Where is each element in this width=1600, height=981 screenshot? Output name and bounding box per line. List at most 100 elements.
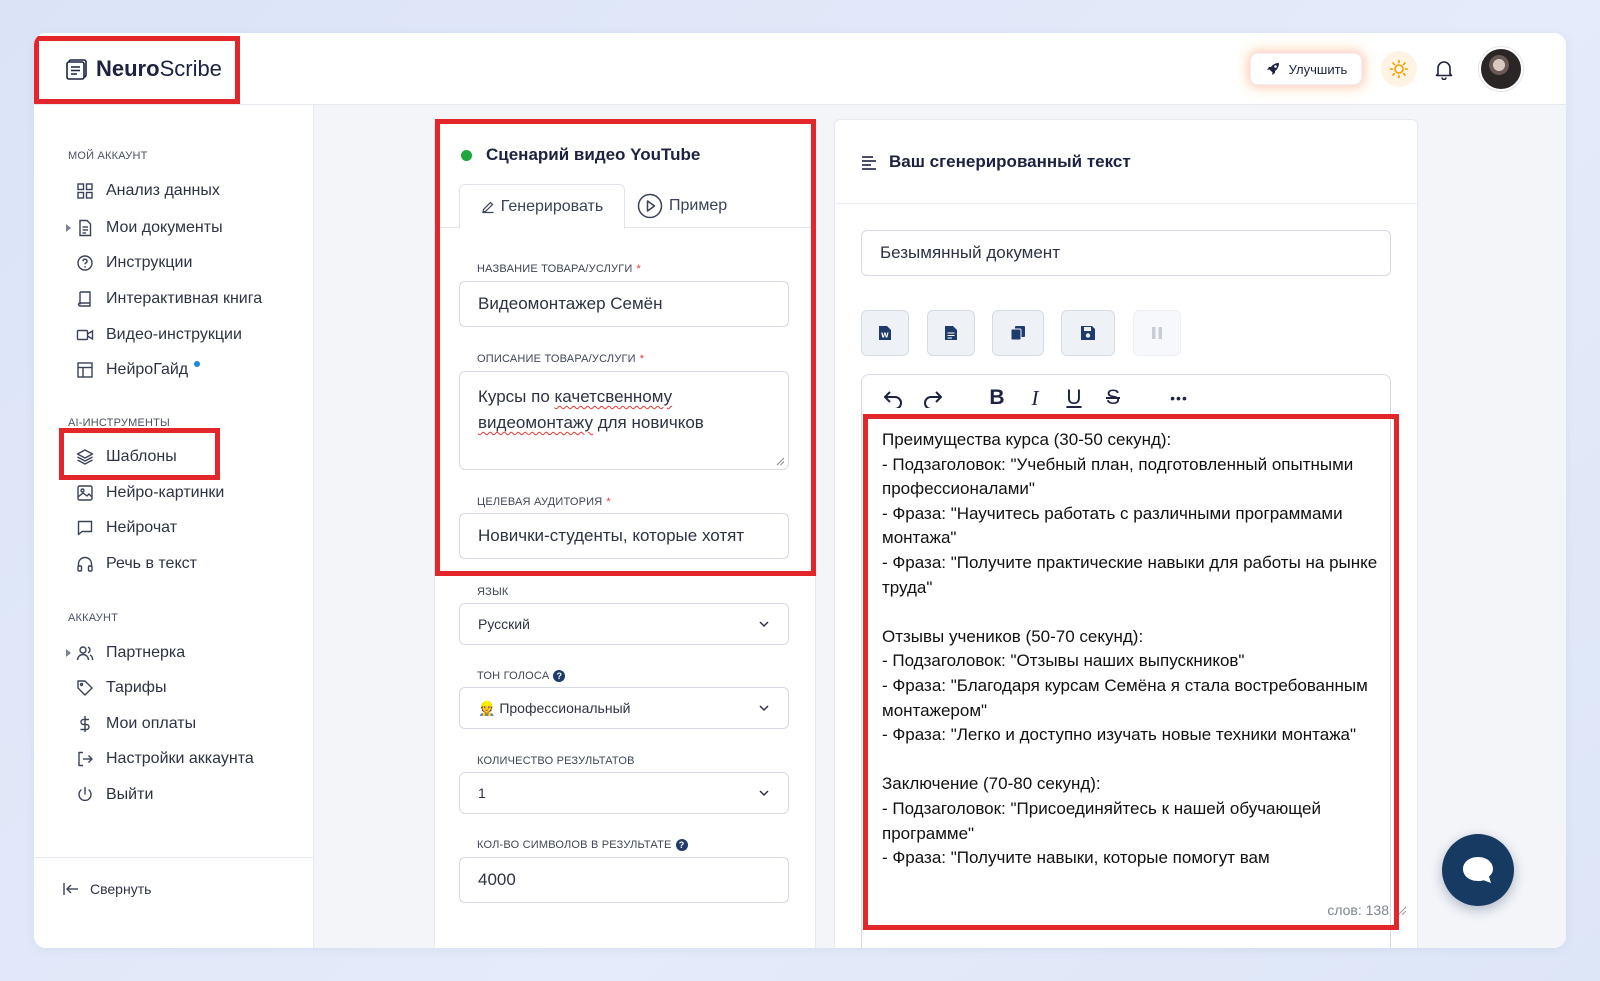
new-indicator-dot [194, 361, 201, 367]
sidebar-item-data-analysis[interactable]: Анализ данных [76, 177, 220, 205]
results-count-value: 1 [478, 785, 486, 801]
bell-icon [1435, 61, 1453, 80]
expand-caret-icon[interactable] [66, 224, 71, 232]
language-select[interactable]: Русский [459, 603, 789, 645]
dollar-icon [80, 716, 90, 732]
description-label: Описание товара/услуги * [477, 353, 645, 365]
sidebar-section-ai-tools: AI-инструменты [68, 417, 170, 429]
sidebar-item-my-documents[interactable]: Мои документы [76, 214, 223, 242]
form-title: Сценарий видео YouTube [461, 145, 700, 165]
export-word-button[interactable]: W [861, 310, 909, 356]
resize-grip-icon[interactable] [775, 456, 785, 466]
sidebar-item-label: Тарифы [106, 679, 167, 696]
save-icon [1081, 326, 1095, 340]
template-form-panel: Сценарий видео YouTube Генерировать Прим… [434, 119, 816, 948]
sidebar-item-label: Анализ данных [106, 182, 220, 199]
copy-icon [1010, 326, 1025, 341]
sidebar-item-interactive-book[interactable]: Интерактивная книга [76, 285, 262, 313]
tab-example[interactable]: Пример [637, 184, 727, 228]
logo-text-scribe: Scribe [159, 56, 222, 81]
logo[interactable]: NeuroScribe [66, 49, 222, 89]
chevron-down-icon [759, 790, 769, 797]
sidebar-item-label: Настройки аккаунта [106, 750, 254, 767]
sidebar-item-label: Мои оплаты [106, 715, 197, 732]
product-name-label: Название товара/услуги * [477, 263, 641, 275]
generated-text[interactable]: Преимущества курса (30-50 секунд): - Под… [882, 428, 1378, 871]
sidebar-item-neuro-images[interactable]: Нейро-картинки [76, 479, 224, 507]
form-tabs: Генерировать Пример [435, 184, 815, 229]
sidebar-item-account-settings[interactable]: Настройки аккаунта [76, 745, 254, 773]
output-title: Ваш сгенерированный текст [889, 151, 1131, 171]
tab-generate[interactable]: Генерировать [459, 184, 625, 229]
undo-button[interactable] [880, 385, 906, 411]
italic-button[interactable]: I [1022, 385, 1048, 411]
sidebar-item-label: НейроГайд [106, 361, 189, 378]
sidebar-item-instructions[interactable]: Инструкции [76, 249, 192, 277]
undo-icon [884, 391, 902, 408]
pause-button[interactable] [1133, 310, 1181, 356]
tag-icon [77, 680, 93, 696]
sidebar-item-tariffs[interactable]: Тарифы [76, 674, 166, 702]
help-icon[interactable]: ? [675, 839, 688, 851]
collapse-label: Свернуть [90, 881, 152, 897]
help-icon[interactable]: ? [553, 670, 566, 682]
resize-grip-icon[interactable] [1397, 906, 1407, 916]
book-icon [77, 291, 91, 307]
document-icon [79, 219, 92, 237]
sidebar-item-my-payments[interactable]: Мои оплаты [76, 710, 196, 738]
description-textarea[interactable]: Курсы по качетсвенному видеомонтажу для н… [459, 371, 789, 470]
upgrade-button[interactable]: Улучшить [1250, 53, 1362, 85]
form-title-text: Сценарий видео YouTube [486, 145, 701, 164]
sidebar-item-logout[interactable]: Выйти [76, 781, 153, 809]
bold-button[interactable]: B [984, 385, 1010, 411]
sidebar: Мой аккаунт Анализ данных Мои документы … [34, 105, 314, 948]
layout-icon [77, 362, 93, 378]
expand-caret-icon[interactable] [66, 649, 71, 657]
play-circle-icon [637, 193, 663, 219]
tone-label: Тон голоса ? [477, 670, 566, 682]
user-avatar[interactable] [1479, 47, 1523, 91]
results-count-select[interactable]: 1 [459, 772, 789, 814]
support-chat-button[interactable] [1442, 834, 1514, 906]
chars-count-label: Кол-во символов в результате ? [477, 839, 688, 851]
chat-bubble-icon [1463, 857, 1493, 883]
sidebar-section-my-account: Мой аккаунт [68, 150, 148, 162]
sidebar-item-speech-to-text[interactable]: Речь в текст [76, 550, 197, 578]
sidebar-item-partners[interactable]: Партнерка [76, 639, 185, 667]
sidebar-item-label: Партнерка [106, 644, 186, 661]
copy-button[interactable] [992, 310, 1044, 356]
chars-count-input[interactable]: 4000 [459, 857, 789, 903]
redo-button[interactable] [920, 385, 946, 411]
rocket-icon [1266, 63, 1279, 75]
sidebar-item-label: Интерактивная книга [106, 290, 263, 307]
notifications-button[interactable] [1430, 55, 1458, 83]
sidebar-item-label: Нейрочат [106, 519, 178, 536]
document-name-input[interactable]: Безымянный документ [861, 230, 1391, 276]
sidebar-item-neuroguide[interactable]: НейроГайд [76, 356, 201, 384]
collapse-sidebar-button[interactable]: Свернуть [62, 881, 151, 897]
editor-toolbar: B I U S ••• [861, 374, 1391, 422]
generated-text-panel: Ваш сгенерированный текст Безымянный док… [834, 119, 1418, 948]
text-editor[interactable]: Преимущества курса (30-50 секунд): - Под… [861, 420, 1391, 948]
audience-input[interactable]: Новички-студенты, которые хотят [459, 513, 789, 559]
sidebar-item-neurochat[interactable]: Нейрочат [76, 514, 177, 542]
export-text-button[interactable] [927, 310, 975, 356]
strikethrough-button[interactable]: S [1100, 385, 1126, 411]
sidebar-item-label: Речь в текст [106, 555, 197, 572]
sidebar-item-templates[interactable]: Шаблоны [76, 443, 177, 471]
sidebar-item-label: Инструкции [106, 254, 193, 271]
svg-text:W: W [881, 332, 889, 340]
layers-icon [76, 449, 94, 465]
more-options-button[interactable]: ••• [1162, 385, 1196, 411]
logo-text-neuro: Neuro [96, 56, 160, 81]
description-text: Курсы по качетсвенному видеомонтажу для н… [478, 387, 704, 432]
sidebar-item-label: Шаблоны [106, 448, 177, 465]
theme-toggle-button[interactable] [1381, 51, 1417, 87]
underline-button[interactable]: U [1061, 385, 1087, 411]
save-button[interactable] [1061, 310, 1115, 356]
sidebar-item-video-instructions[interactable]: Видео-инструкции [76, 321, 242, 349]
tone-select[interactable]: 👷 Профессиональный [459, 687, 789, 729]
sidebar-item-label: Выйти [106, 786, 154, 803]
status-dot [461, 149, 472, 161]
product-name-input[interactable]: Видеомонтажер Семён [459, 281, 789, 327]
